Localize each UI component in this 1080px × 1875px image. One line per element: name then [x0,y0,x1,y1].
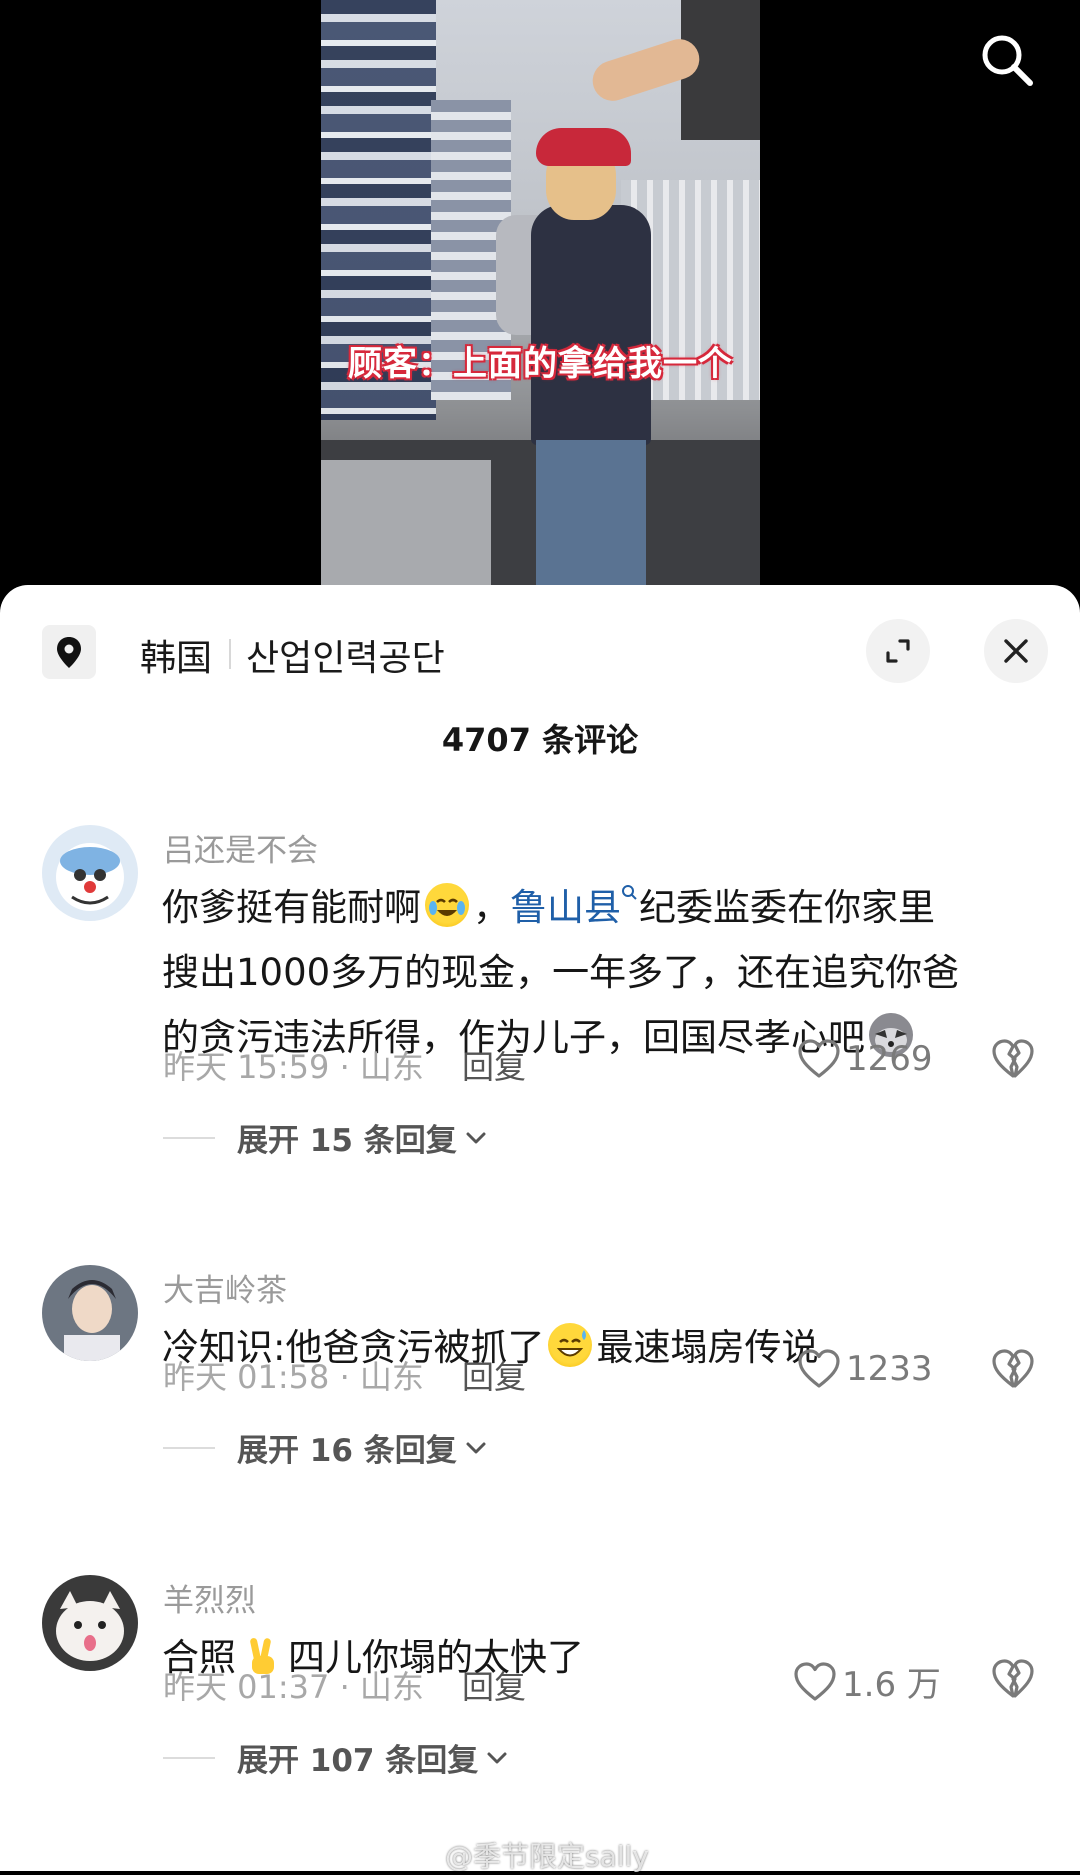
search-button[interactable] [975,28,1039,92]
expand-replies[interactable]: 展开 15 条回复 [163,1115,489,1160]
broken-heart-icon [992,1039,1034,1078]
search-icon [982,35,1033,86]
comment-username[interactable]: 吕还是不会 [163,825,318,870]
comments-sheet: 韩国 산업인력공단 4707 条评论 吕还是不会 你爹挺有能耐啊 ，鲁山县 纪委… [0,585,1080,1871]
person-vest [531,205,651,445]
like-button[interactable]: 1.6 万 [792,1657,941,1706]
expand-replies[interactable]: 展开 107 条回复 [163,1735,510,1780]
expand-replies[interactable]: 展开 16 条回复 [163,1425,489,1470]
expand-replies-label: 展开 107 条回复 [237,1743,479,1779]
reply-button[interactable]: 回复 [462,1042,526,1088]
heart-icon [798,1349,840,1388]
expand-divider [163,1446,215,1449]
topic-link[interactable]: 鲁山县 [510,886,621,929]
comment-text-segment: 你爹挺有能耐啊 [162,886,421,929]
comment-time-location: 昨天 01:37 · 山东 [163,1668,424,1706]
weibo-watermark: @季节限定sally [445,1840,649,1873]
expand-replies-label: 展开 15 条回复 [237,1123,457,1159]
comment-time-location: 昨天 01:58 · 山东 [163,1358,424,1396]
dislike-button[interactable] [990,1347,1036,1395]
reply-button[interactable]: 回复 [462,1352,526,1398]
location-bar[interactable]: 韩国 산업인력공단 [0,613,1080,693]
chevron-down-icon [487,1752,507,1763]
counter-cabinet [321,460,491,586]
location-place: 산업인력공단 [246,638,445,679]
comment-time-location: 昨天 15:59 · 山东 [163,1048,424,1086]
comment-count-title: 4707 条评论 [441,721,639,759]
expand-replies-label: 展开 16 条回复 [237,1433,457,1469]
like-button[interactable]: 1233 [796,1347,933,1391]
comment-text-segment: 最速塌房传说 [596,1326,819,1369]
expand-button[interactable] [866,619,930,683]
location-divider [229,639,231,669]
comment-username[interactable]: 大吉岭茶 [163,1265,287,1310]
like-count: 1269 [846,1039,933,1079]
avatar[interactable] [42,1265,138,1361]
chevron-down-icon [466,1442,486,1453]
search-small-icon [622,885,637,900]
comment-username[interactable]: 羊烈烈 [163,1575,256,1620]
person-jeans [536,440,646,586]
expand-divider [163,1136,215,1139]
location-country: 韩国 [140,638,213,679]
close-button[interactable] [984,619,1048,683]
dislike-button[interactable] [990,1037,1036,1085]
expand-divider [163,1756,215,1759]
broken-heart-icon [992,1349,1034,1388]
reply-button[interactable]: 回复 [462,1662,526,1708]
broken-heart-icon [992,1659,1034,1698]
dislike-button[interactable] [990,1657,1036,1705]
avatar[interactable] [42,1575,138,1671]
close-icon [1004,639,1028,663]
avatar[interactable] [42,825,138,921]
like-count: 1233 [846,1349,933,1389]
video-frame[interactable]: 顾客：上面的拿给我一个 [321,0,760,586]
comment-text-line: 搜出1000多万的现金，一年多了，还在追究你爸 [162,951,960,994]
comment-text-segment: 纪委监委在你家里 [639,886,935,929]
crying-laughing-emoji-icon [425,883,469,927]
red-cap [536,128,631,166]
chevron-down-icon [466,1132,486,1143]
heart-icon [794,1661,836,1701]
video-subtitle: 顾客：上面的拿给我一个 [348,344,733,384]
video-player[interactable]: 顾客：上面的拿给我一个 [0,0,1080,600]
like-button[interactable]: 1269 [796,1037,933,1081]
sweat-smile-emoji-icon [548,1323,593,1367]
location-pin-icon [42,625,96,679]
expand-icon [886,639,910,663]
comment-text-segment: ， [473,886,510,929]
heart-icon [798,1039,840,1078]
like-count: 1.6 万 [842,1665,941,1705]
